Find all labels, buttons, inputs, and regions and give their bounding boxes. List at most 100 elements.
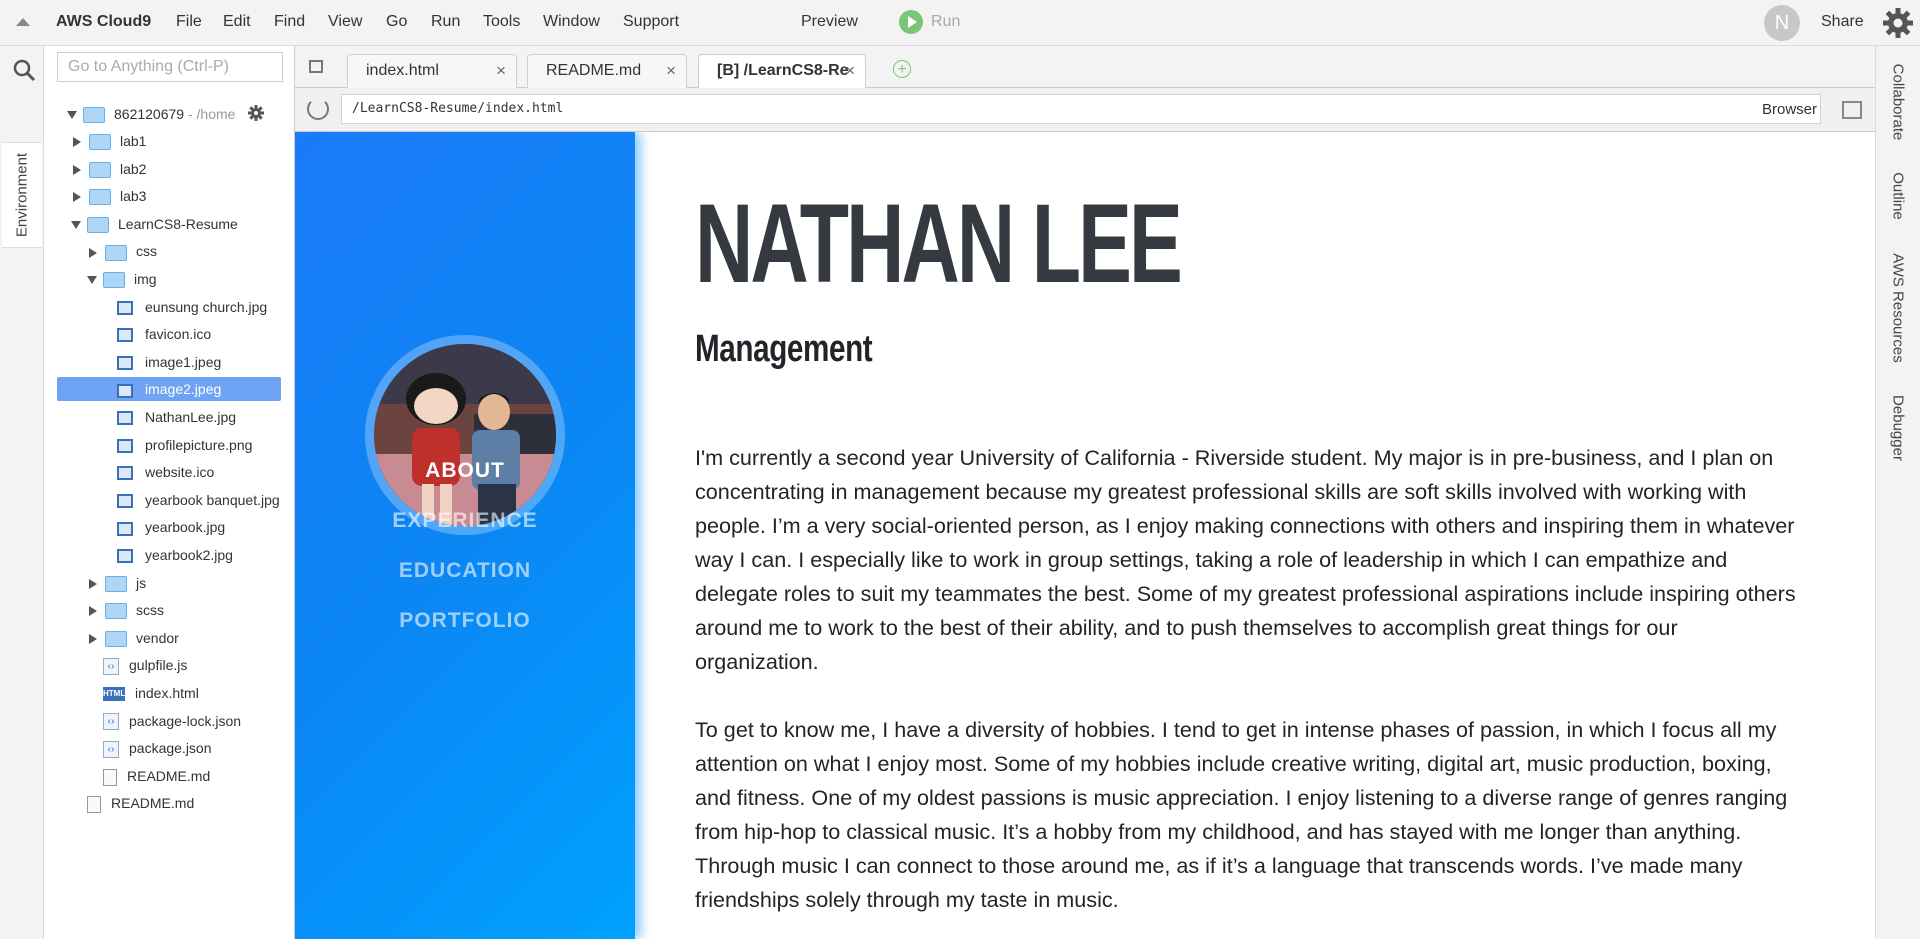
expand-arrow-icon[interactable] (89, 247, 97, 258)
preview-button[interactable]: Preview (801, 0, 858, 46)
expand-arrow-icon[interactable] (89, 634, 97, 645)
image-file-icon (117, 356, 133, 371)
tree-item-image1[interactable]: image1.jpeg (117, 350, 221, 374)
go-to-anything-input[interactable]: Go to Anything (Ctrl-P) (57, 52, 283, 82)
nav-portfolio[interactable]: PORTFOLIO (295, 609, 635, 633)
tab-readme[interactable]: README.md × (527, 54, 687, 88)
collapse-arrow-icon[interactable] (71, 221, 81, 230)
collapse-menu-icon[interactable] (16, 18, 30, 26)
tree-root[interactable]: 862120679 - /home (67, 102, 235, 126)
aws-resources-tab[interactable]: AWS Resources (1890, 253, 1907, 362)
tree-item-label: package-lock.json (129, 712, 242, 729)
nav-about[interactable]: ABOUT (295, 459, 635, 483)
preview-url-bar: /LearnCS8-Resume/index.html Browser ▾ (295, 88, 1875, 148)
tree-item-profilepicture[interactable]: profilepicture.png (117, 433, 252, 457)
tree-item-yearbook2[interactable]: yearbook2.jpg (117, 543, 233, 567)
tree-item-css[interactable]: css (87, 239, 157, 263)
tab-browser-preview[interactable]: [B] /LearnCS8-Re × (698, 54, 866, 89)
about-paragraph-1: I'm currently a second year University o… (695, 445, 1796, 674)
new-tab-plus-icon[interactable]: + (893, 60, 911, 78)
tree-item-label: LearnCS8-Resume (118, 215, 238, 232)
run-button[interactable]: Run (931, 0, 960, 46)
share-button[interactable]: Share (1821, 0, 1864, 46)
tree-item-image2[interactable]: image2.jpeg (57, 377, 281, 402)
expand-arrow-icon[interactable] (73, 164, 81, 175)
environment-tab[interactable]: Environment (2, 142, 42, 248)
code-file-icon: ‹› (103, 740, 119, 758)
tree-item-label: favicon.ico (145, 326, 212, 343)
collaborate-tab[interactable]: Collaborate (1890, 64, 1907, 141)
folder-icon (105, 631, 127, 648)
image-file-icon (117, 300, 133, 315)
image-file-icon (117, 328, 133, 343)
editor-tab-bar: index.html × README.md × [B] /LearnCS8-Re ×… (295, 46, 1875, 89)
tab-menu-icon[interactable] (309, 60, 323, 73)
pop-out-icon[interactable] (1842, 101, 1862, 119)
search-icon[interactable] (12, 58, 36, 82)
tree-item-yearbook[interactable]: yearbook.jpg (117, 515, 225, 539)
close-icon[interactable]: × (666, 55, 676, 87)
expand-arrow-icon[interactable] (89, 578, 97, 589)
run-icon[interactable] (899, 10, 923, 34)
tree-item-yearbook-banquet[interactable]: yearbook banquet.jpg (117, 488, 280, 512)
tree-item-readme-inner[interactable]: README.md (103, 764, 210, 788)
close-icon[interactable]: × (496, 55, 506, 87)
tree-item-favicon[interactable]: favicon.ico (117, 322, 211, 346)
gear-icon[interactable] (1880, 5, 1916, 41)
collapse-arrow-icon[interactable] (87, 276, 97, 285)
tree-item-lab2[interactable]: lab2 (71, 157, 146, 181)
tab-index-html[interactable]: index.html × (347, 54, 517, 88)
code-file-icon: ‹› (103, 713, 119, 731)
tree-item-scss[interactable]: scss (87, 598, 164, 622)
expand-arrow-icon[interactable] (89, 606, 97, 617)
expand-arrow-icon[interactable] (73, 137, 81, 148)
url-text: /LearnCS8-Resume/index.html (352, 101, 564, 116)
tree-item-index-html[interactable]: HTML index.html (103, 681, 199, 705)
folder-icon (89, 134, 111, 151)
tree-item-readme-root[interactable]: README.md (87, 791, 194, 815)
menu-run[interactable]: Run (431, 0, 460, 46)
close-icon[interactable]: × (845, 55, 855, 87)
url-input[interactable]: /LearnCS8-Resume/index.html Browser ▾ (341, 94, 1821, 148)
menu-find[interactable]: Find (274, 0, 305, 46)
tree-item-nathanlee[interactable]: NathanLee.jpg (117, 405, 236, 429)
tree-item-package-json[interactable]: ‹› package.json (103, 736, 212, 760)
expand-arrow-icon[interactable] (73, 192, 81, 203)
image-file-icon (117, 383, 133, 398)
profile-photo (374, 344, 556, 526)
about-paragraph-2: To get to know me, I have a diversity of… (695, 717, 1788, 912)
menu-tools[interactable]: Tools (483, 0, 520, 46)
tree-item-learncs8-resume[interactable]: LearnCS8-Resume (71, 212, 238, 236)
folder-icon (89, 161, 111, 178)
tree-item-eunsung-church[interactable]: eunsung church.jpg (117, 295, 267, 319)
browser-dropdown[interactable]: Browser ▾ (1762, 95, 1820, 148)
nav-education[interactable]: EDUCATION (295, 559, 635, 583)
tree-item-img[interactable]: img (87, 267, 157, 291)
menu-view[interactable]: View (328, 0, 362, 46)
reload-icon[interactable] (307, 98, 329, 120)
tree-item-lab1[interactable]: lab1 (71, 129, 146, 153)
brand-label[interactable]: AWS Cloud9 (56, 0, 151, 46)
tree-item-gulpfile[interactable]: ‹› gulpfile.js (103, 653, 187, 677)
tree-item-vendor[interactable]: vendor (87, 626, 179, 650)
menu-window[interactable]: Window (543, 0, 600, 46)
tree-settings-gear-icon[interactable] (247, 104, 265, 122)
tree-item-label: vendor (136, 629, 179, 646)
debugger-tab[interactable]: Debugger (1890, 395, 1907, 461)
tree-item-lab3[interactable]: lab3 (71, 184, 146, 208)
tree-item-package-lock[interactable]: ‹› package-lock.json (103, 709, 241, 733)
avatar[interactable]: N (1764, 5, 1800, 41)
menu-file[interactable]: File (176, 0, 202, 46)
menu-edit[interactable]: Edit (223, 0, 251, 46)
folder-icon (103, 272, 125, 289)
tree-item-label: js (136, 574, 147, 591)
tree-item-website-ico[interactable]: website.ico (117, 460, 214, 484)
outline-tab[interactable]: Outline (1890, 172, 1907, 220)
tree-item-js[interactable]: js (87, 571, 146, 595)
expand-arrow-icon[interactable] (67, 111, 77, 120)
menu-support[interactable]: Support (623, 0, 679, 46)
menu-go[interactable]: Go (386, 0, 407, 46)
tree-item-label: NathanLee.jpg (145, 409, 237, 425)
nav-experience[interactable]: EXPERIENCE (295, 509, 635, 533)
root-name: 862120679 (114, 106, 185, 122)
